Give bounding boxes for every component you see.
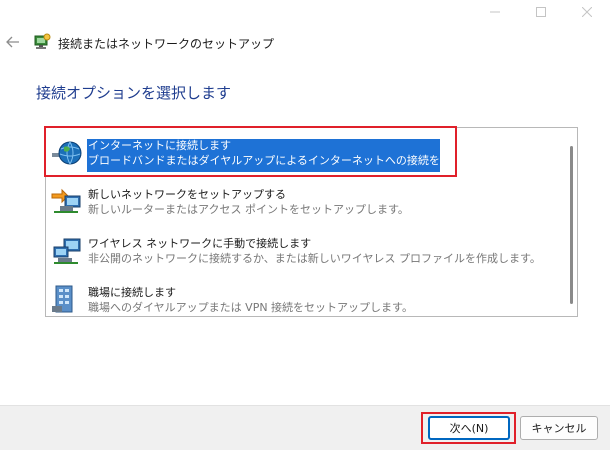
window-title: 接続またはネットワークのセットアップ [58, 37, 275, 51]
maximize-button[interactable] [518, 0, 564, 24]
next-button[interactable]: 次へ(N) [428, 416, 510, 440]
cancel-button[interactable]: キャンセル [520, 416, 598, 440]
minimize-button[interactable] [472, 0, 518, 24]
option-workplace[interactable]: 職場に接続します 職場へのダイヤルアップまたは VPN 接続をセットアップします… [50, 278, 570, 318]
maximize-icon [536, 7, 546, 17]
back-arrow-icon[interactable] [5, 34, 21, 50]
footer-bar [0, 405, 610, 450]
scrollbar[interactable] [570, 146, 573, 304]
network-setup-icon [34, 33, 51, 49]
option-wireless-manual[interactable]: ワイヤレス ネットワークに手動で接続します 非公開のネットワークに接続するか、ま… [50, 229, 570, 269]
option-description: 職場へのダイヤルアップまたは VPN 接続をセットアップします。 [88, 301, 413, 314]
close-icon [582, 7, 592, 17]
page-heading: 接続オプションを選択します [36, 84, 232, 102]
close-button[interactable] [564, 0, 610, 24]
workplace-connection-icon [52, 285, 73, 313]
option-new-network[interactable]: 新しいネットワークをセットアップする 新しいルーターまたはアクセス ポイントをセ… [50, 180, 570, 220]
new-network-icon [51, 188, 81, 213]
title-bar-controls [472, 0, 610, 24]
option-description: 非公開のネットワークに接続するか、または新しいワイヤレス プロファイルを作成しま… [88, 252, 541, 265]
highlight-box-option [44, 126, 457, 177]
option-description: 新しいルーターまたはアクセス ポイントをセットアップします。 [88, 203, 409, 216]
wireless-network-icon [53, 238, 81, 264]
option-title: 新しいネットワークをセットアップする [88, 188, 286, 201]
option-title: 職場に接続します [88, 286, 176, 299]
option-title: ワイヤレス ネットワークに手動で接続します [88, 237, 312, 250]
minimize-icon [490, 11, 500, 13]
